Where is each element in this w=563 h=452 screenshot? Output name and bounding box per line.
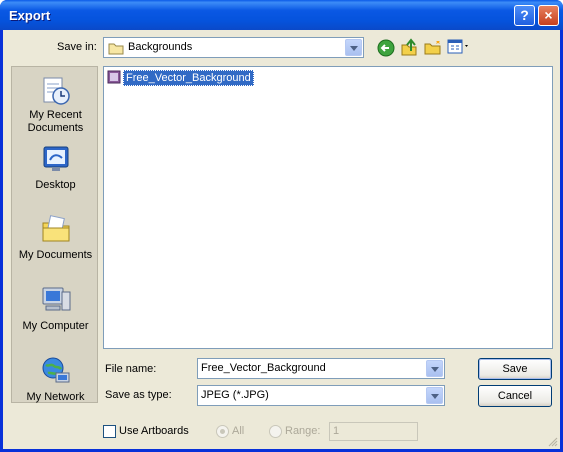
place-my-network[interactable]: My Network xyxy=(12,355,99,403)
my-computer-icon xyxy=(42,287,71,311)
all-radio[interactable] xyxy=(216,425,229,438)
back-arrow-icon[interactable] xyxy=(377,39,395,57)
place-label: Desktop xyxy=(35,179,76,191)
export-dialog: Export ? × Save in: Backgrounds My Recen… xyxy=(0,0,563,452)
file-name-label: File name: xyxy=(105,363,157,375)
file-name-label: Free_Vector_Background xyxy=(123,70,254,86)
resize-grip-icon[interactable] xyxy=(546,435,558,447)
range-value: 1 xyxy=(333,425,340,437)
place-label: My Computer xyxy=(22,320,89,332)
cancel-button[interactable]: Cancel xyxy=(478,385,552,407)
range-input[interactable]: 1 xyxy=(329,422,418,441)
my-network-icon xyxy=(42,357,70,383)
range-label: Range: xyxy=(285,425,321,437)
chevron-down-icon[interactable] xyxy=(345,39,362,56)
save-as-type-dropdown[interactable]: JPEG (*.JPG) xyxy=(197,385,445,406)
recent-documents-icon xyxy=(43,77,70,105)
place-recent-documents[interactable]: My Recent Documents xyxy=(12,73,99,137)
chevron-down-icon[interactable] xyxy=(426,387,443,404)
place-label: My Recent Documents xyxy=(27,109,84,134)
desktop-icon xyxy=(43,146,69,171)
help-button[interactable]: ? xyxy=(514,5,535,26)
file-name-input[interactable]: Free_Vector_Background xyxy=(197,358,445,379)
folder-icon xyxy=(108,43,124,55)
use-artboards-checkbox[interactable] xyxy=(103,425,116,438)
places-bar: My Recent Documents Desktop My Documents xyxy=(11,66,98,403)
use-artboards-label: Use Artboards xyxy=(119,425,189,437)
my-documents-icon xyxy=(42,215,70,242)
dialog-body: Save in: Backgrounds My Recent Documents… xyxy=(3,30,560,449)
place-desktop[interactable]: Desktop xyxy=(12,143,99,193)
save-as-type-value: JPEG (*.JPG) xyxy=(201,389,269,401)
save-in-label: Save in: xyxy=(57,41,97,53)
file-list[interactable]: Free_Vector_Background xyxy=(103,66,553,349)
save-in-dropdown[interactable]: Backgrounds xyxy=(103,37,364,58)
place-label: My Network xyxy=(26,391,85,403)
window-title: Export xyxy=(9,8,51,23)
range-radio[interactable] xyxy=(269,425,282,438)
close-button[interactable]: × xyxy=(538,5,559,26)
save-as-type-label: Save as type: xyxy=(105,389,172,401)
title-bar[interactable]: Export ? × xyxy=(0,0,563,30)
up-folder-icon[interactable] xyxy=(400,38,418,56)
place-my-computer[interactable]: My Computer xyxy=(12,284,99,334)
save-in-value: Backgrounds xyxy=(128,41,193,53)
save-button[interactable]: Save xyxy=(478,358,552,380)
image-file-icon xyxy=(107,70,121,84)
place-my-documents[interactable]: My Documents xyxy=(12,213,99,263)
new-folder-icon[interactable] xyxy=(424,38,442,56)
file-name-value: Free_Vector_Background xyxy=(201,362,326,374)
all-label: All xyxy=(232,425,245,437)
view-menu-icon[interactable] xyxy=(447,39,471,55)
chevron-down-icon[interactable] xyxy=(426,360,443,377)
place-label: My Documents xyxy=(18,249,93,261)
